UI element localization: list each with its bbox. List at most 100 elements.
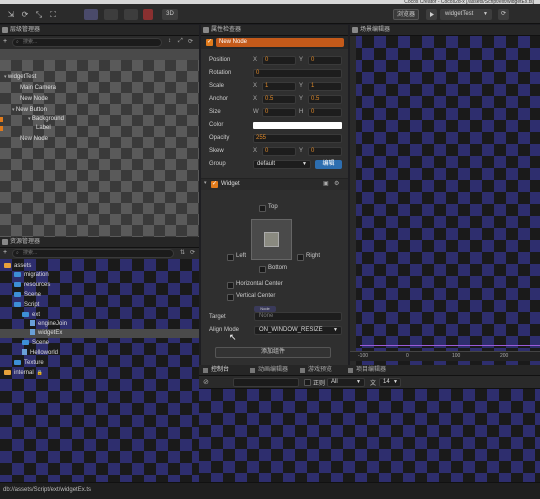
scale-tool-icon[interactable]: ⤡ xyxy=(34,10,44,19)
ruler-tick-label: 100 xyxy=(452,353,461,359)
gear-icon[interactable]: ⚙ xyxy=(334,179,339,190)
position-y-axis: Y xyxy=(299,57,304,63)
skew-x-field[interactable]: 0 xyxy=(262,147,296,156)
horizontal-center-checkbox[interactable] xyxy=(227,282,234,289)
scale-x-field[interactable]: 1 xyxy=(262,82,296,91)
assets-search-input[interactable]: ⌕ 搜索... xyxy=(12,249,174,258)
ruler-tick-label: -100 xyxy=(358,353,369,359)
tree-row-label[interactable]: Label xyxy=(36,124,51,133)
chevron-down-icon: ▼ xyxy=(333,327,338,333)
tree-row-background[interactable]: ▾ Background xyxy=(28,115,64,124)
hierarchy-tree: ▾ widgetTest Main Camera New Node ▾ New … xyxy=(0,60,199,237)
tab-animation-editor[interactable]: 动画编辑器 xyxy=(249,365,288,376)
node-active-checkbox[interactable] xyxy=(206,38,213,46)
asset-row-enginejoin[interactable]: engineJoin xyxy=(30,320,67,329)
scene-select[interactable]: widgetTest ▼ xyxy=(440,9,492,20)
browser-preview-select[interactable]: 浏览器 xyxy=(393,9,419,20)
asset-row-widgetex[interactable]: widgetEx xyxy=(30,329,62,338)
hierarchy-search-input[interactable]: ⌕ 搜索... xyxy=(12,38,162,47)
asset-row-internal[interactable]: internal 🔒 xyxy=(4,369,43,378)
position-x-field[interactable]: 0 xyxy=(262,56,296,65)
size-h-field[interactable]: 0 xyxy=(308,108,342,117)
position-label: Position xyxy=(209,57,231,63)
group-edit-button[interactable]: 编辑 xyxy=(315,160,342,169)
gizmo-pivot-button[interactable] xyxy=(84,9,98,20)
target-label: Target xyxy=(209,314,226,320)
group-select[interactable]: default ▼ xyxy=(253,160,311,169)
rotation-field[interactable]: 0 xyxy=(253,69,342,78)
log-level-select[interactable]: All ▼ xyxy=(327,378,365,387)
size-w-field[interactable]: 0 xyxy=(262,108,296,117)
position-y-field[interactable]: 0 xyxy=(308,56,342,65)
tree-row-new-button[interactable]: ▾ New Button xyxy=(12,106,47,115)
vertical-center-checkbox[interactable] xyxy=(227,294,234,301)
play-button[interactable] xyxy=(426,9,437,20)
asset-row-resources[interactable]: resources xyxy=(14,281,50,290)
console-log-area[interactable] xyxy=(199,389,540,482)
refresh-icon[interactable]: ⟳ xyxy=(190,249,195,256)
widget-top-checkbox[interactable] xyxy=(259,205,266,212)
rotation-label: Rotation xyxy=(209,70,232,76)
locate-icon[interactable]: ⤢ xyxy=(178,38,183,45)
gizmo-local-button[interactable] xyxy=(104,9,118,20)
rect-tool-icon[interactable]: ⛶ xyxy=(48,10,58,19)
tab-project-editor[interactable]: 项目编辑器 xyxy=(347,365,386,376)
refresh-button[interactable]: ⟳ xyxy=(498,9,509,20)
sort-icon[interactable]: ⇅ xyxy=(180,249,185,256)
asset-row-scene-script[interactable]: Scene xyxy=(22,339,49,348)
clear-console-icon[interactable]: ⊘ xyxy=(203,378,209,386)
target-field[interactable]: None xyxy=(254,312,342,321)
widget-alignment-box xyxy=(251,219,292,260)
snap-button[interactable] xyxy=(143,9,153,20)
regex-label: 正则 xyxy=(313,381,326,387)
regex-checkbox[interactable] xyxy=(304,379,311,386)
anchor-x-field[interactable]: 0.5 xyxy=(262,95,296,104)
scale-y-field[interactable]: 1 xyxy=(308,82,342,91)
tab-game-preview[interactable]: 游戏预览 xyxy=(299,365,332,376)
gizmo-global-button[interactable] xyxy=(124,9,138,20)
widget-enabled-checkbox[interactable] xyxy=(211,180,218,188)
tab-console[interactable]: 控制台 xyxy=(202,365,229,376)
asset-row-texture[interactable]: Texture xyxy=(14,359,44,368)
add-asset-icon[interactable]: + xyxy=(3,249,7,256)
font-size-value: 14 xyxy=(383,379,390,385)
asset-row-script[interactable]: Script xyxy=(14,301,39,310)
asset-row-helloworld[interactable]: Helloworld xyxy=(22,349,58,358)
tree-row-new-node-2[interactable]: New Node xyxy=(20,135,48,144)
asset-row-migration[interactable]: migration xyxy=(14,271,49,280)
chevron-down-icon[interactable]: ▾ xyxy=(204,180,207,186)
widget-bottom-checkbox[interactable] xyxy=(259,266,266,273)
size-label: Size xyxy=(209,109,221,115)
inspector-body: New Node Position X 0 Y 0 Rotation 0 Sca… xyxy=(201,36,348,365)
tree-row-main-camera[interactable]: Main Camera xyxy=(20,84,56,93)
font-size-select[interactable]: 14 ▼ xyxy=(379,378,401,387)
search-icon: ⌕ xyxy=(16,250,19,256)
hierarchy-search-placeholder: 搜索... xyxy=(23,39,38,45)
console-filter-input[interactable] xyxy=(233,378,299,387)
opacity-field[interactable]: 255 xyxy=(253,134,342,143)
position-x-axis: X xyxy=(253,57,258,63)
align-mode-select[interactable]: ON_WINDOW_RESIZE ▼ xyxy=(254,326,342,335)
add-node-icon[interactable]: + xyxy=(3,38,7,45)
status-bar: db://assets/Script/ext/widgetEx.ts xyxy=(0,482,540,499)
mode-3d-button[interactable]: 3D xyxy=(162,9,178,20)
collapse-icon[interactable]: ↕ xyxy=(168,38,171,44)
widget-right-checkbox[interactable] xyxy=(297,254,304,261)
tree-row-root[interactable]: ▾ widgetTest xyxy=(4,73,36,82)
tree-row-new-node[interactable]: New Node xyxy=(20,95,48,104)
node-name-input[interactable]: New Node xyxy=(216,38,344,47)
asset-row-scene[interactable]: Scene xyxy=(14,291,41,300)
widget-left-checkbox[interactable] xyxy=(227,254,234,261)
rotate-tool-icon[interactable]: ⟳ xyxy=(20,10,30,19)
anchor-y-field[interactable]: 0.5 xyxy=(308,95,342,104)
asset-row-assets[interactable]: assets xyxy=(4,262,31,271)
main-toolbar: ⇲ ⟳ ⤡ ⛶ 3D 浏览器 widgetTest ▼ ⟳ xyxy=(0,4,540,24)
move-tool-icon[interactable]: ⇲ xyxy=(6,10,16,19)
add-component-button[interactable]: 添加组件 xyxy=(215,347,331,358)
scene-viewport[interactable]: -100 0 100 200 xyxy=(350,36,540,365)
color-swatch[interactable] xyxy=(253,122,342,129)
skew-y-field[interactable]: 0 xyxy=(308,147,342,156)
refresh-icon[interactable]: ⟳ xyxy=(188,38,193,45)
component-help-icon[interactable]: ▣ xyxy=(323,179,329,190)
asset-row-ext[interactable]: ext xyxy=(22,311,40,320)
